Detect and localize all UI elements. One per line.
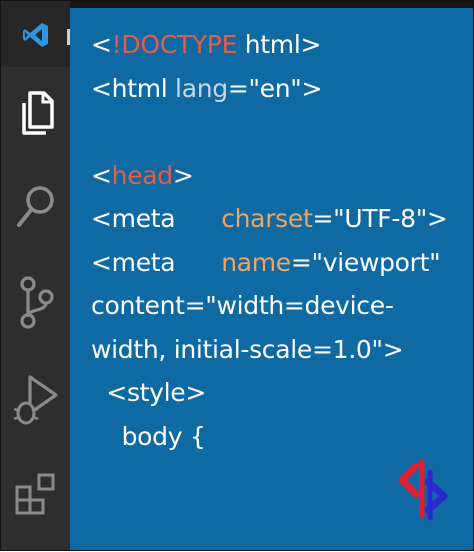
code-token: ="UTF-8"> (312, 204, 448, 233)
code-line[interactable]: content="width=device- (91, 284, 394, 328)
code-token: <meta (91, 247, 222, 277)
source-control-icon[interactable] (1, 273, 70, 333)
code-line[interactable]: <meta charset="UTF-8"> (91, 197, 448, 241)
code-token: <html (91, 73, 176, 103)
code-token: !DOCTYPE (111, 30, 238, 59)
vscode-logo-icon[interactable] (1, 15, 70, 55)
code-token: > (172, 160, 194, 190)
code-token: <meta (91, 204, 222, 233)
code-line[interactable]: <style> (91, 371, 206, 415)
activity-bar (1, 1, 70, 550)
code-token: < (91, 30, 112, 59)
code-token: head (111, 160, 174, 190)
code-token: html> (237, 30, 322, 59)
code-brand-logo (398, 459, 448, 521)
code-token: content="width=device- (91, 291, 394, 320)
run-debug-icon[interactable] (1, 371, 70, 429)
code-token: <style> (91, 378, 207, 407)
code-token: ="viewport" (290, 247, 441, 277)
code-token: body { (91, 421, 206, 451)
code-token: charset (221, 204, 313, 233)
files-icon[interactable] (1, 85, 70, 141)
code-token: name (221, 247, 291, 277)
app-window: <!DOCTYPE html> <html lang="en"> <head> <me… (0, 0, 474, 551)
code-line[interactable]: width, initial-scale=1.0"> (91, 328, 404, 372)
code-line[interactable]: <meta name="viewport" (91, 241, 441, 285)
code-token: lang (175, 73, 228, 103)
code-token: ="en"> (227, 73, 323, 103)
code-line[interactable]: body { (91, 415, 206, 459)
code-line[interactable]: <!DOCTYPE html> (91, 23, 321, 67)
search-icon[interactable] (1, 181, 70, 233)
extensions-icon[interactable] (1, 467, 70, 521)
code-line[interactable]: <html lang="en"> (91, 67, 322, 111)
code-token: width, initial-scale=1.0"> (91, 334, 404, 364)
code-token: < (91, 160, 112, 190)
code-line[interactable]: <head> (91, 154, 194, 198)
